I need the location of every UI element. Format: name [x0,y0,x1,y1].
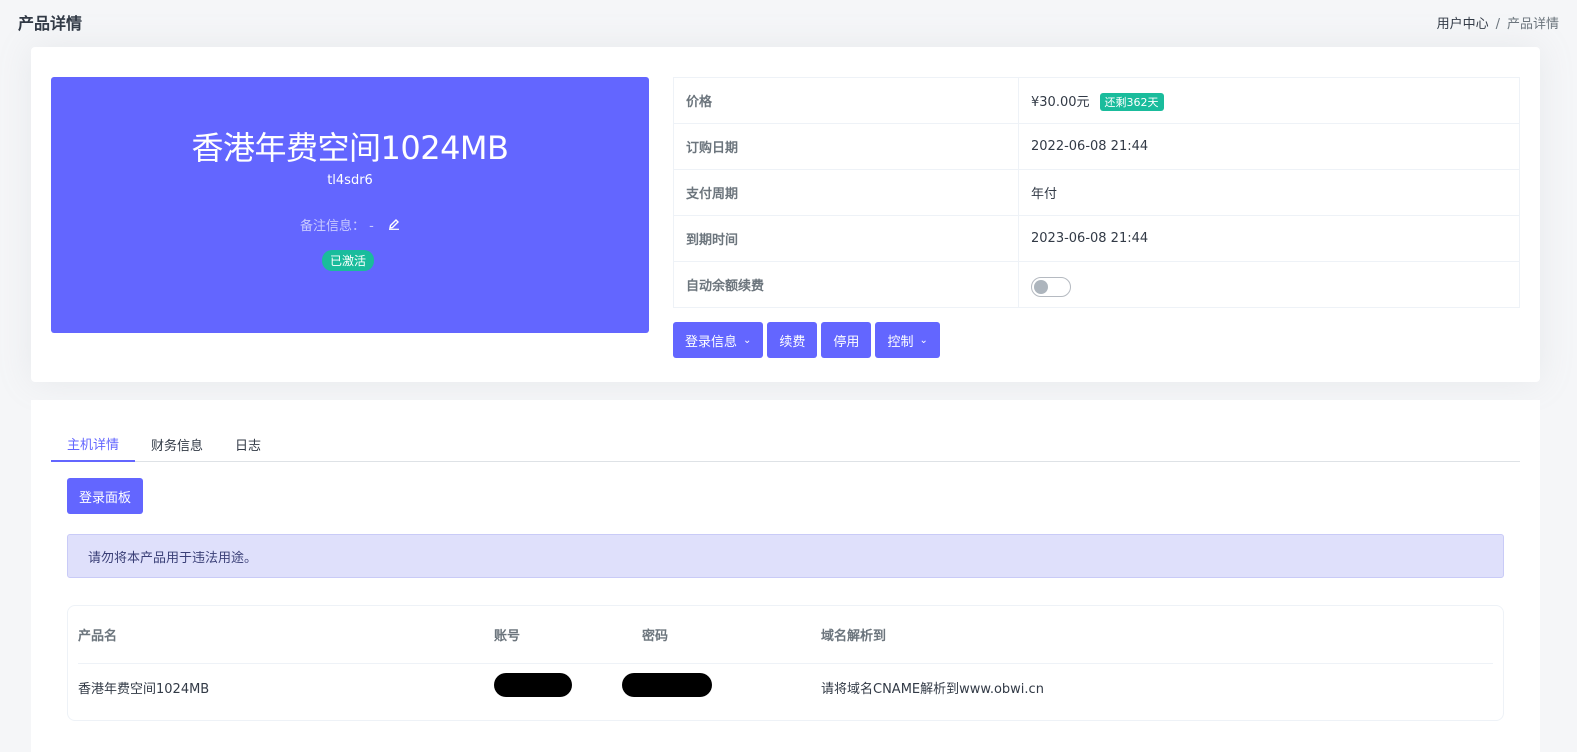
col-product-name: 产品名 [78,606,494,664]
page-title: 产品详情 [18,14,83,33]
billing-cycle-value: 年付 [1018,169,1520,216]
order-date-value: 2022-06-08 21:44 [1018,123,1520,170]
tab-logs[interactable]: 日志 [219,426,277,462]
cell-dns: 请将域名CNAME解析到www.obwi.cn [821,681,1044,697]
breadcrumb-current: 产品详情 [1506,16,1559,32]
col-account: 账号 [494,606,642,664]
chevron-down-icon: ⌄ [919,334,928,346]
table-row: 香港年费空间1024MB 请将域名CNAME解析到www.obwi.cn [78,663,1493,711]
table-row: 自动余额续费 [673,261,1520,308]
edit-icon[interactable] [388,218,400,234]
cell-account [494,663,642,711]
table-header-row: 产品名 账号 密码 域名解析到 [78,606,1493,664]
cell-password [622,663,821,711]
tab-host-details[interactable]: 主机详情 [51,426,136,462]
renew-button[interactable]: 续费 [767,322,818,358]
table-row: 订购日期 2022-06-08 21:44 [673,123,1520,170]
login-info-button[interactable]: 登录信息 ⌄ [673,322,764,358]
note-info: 备注信息： - [51,215,649,234]
redacted-password [622,673,712,698]
product-hero: 香港年费空间1024MB tl4sdr6 备注信息： - 已激活 [51,77,649,333]
toggle-knob [1034,279,1048,294]
product-summary-card: 香港年费空间1024MB tl4sdr6 备注信息： - 已激活 价格 ¥30.… [31,47,1540,382]
login-info-label: 登录信息 [685,334,738,350]
warning-alert: 请勿将本产品用于违法用途。 [67,534,1504,578]
table-row: 支付周期 年付 [673,169,1520,216]
host-table: 产品名 账号 密码 域名解析到 香港年费空间1024MB 请将域名CNAME解析… [78,606,1493,711]
col-password: 密码 [642,606,821,664]
auto-renew-toggle[interactable] [1031,276,1071,297]
action-buttons: 登录信息 ⌄ 续费 停用 控制 ⌄ [673,322,940,358]
login-panel-button[interactable]: 登录面板 [67,478,144,514]
control-button[interactable]: 控制 ⌄ [875,322,940,358]
product-info-table: 价格 ¥30.00元 还剩362天 订购日期 2022-06-08 21:44 支… [673,77,1520,308]
auto-renew-label: 自动余额续费 [673,261,1019,308]
details-card: 主机详情 财务信息 日志 登录面板 请勿将本产品用于违法用途。 产品名 账号 密… [31,400,1540,752]
expire-value: 2023-06-08 21:44 [1018,215,1520,262]
status-badge: 已激活 [322,250,375,271]
breadcrumb-separator: / [1495,16,1500,32]
top-bar: 产品详情 用户中心 / 产品详情 [0,0,1577,44]
remaining-badge: 还剩362天 [1099,92,1164,111]
order-date-label: 订购日期 [673,123,1019,170]
cell-product-name: 香港年费空间1024MB [78,681,210,697]
chevron-down-icon: ⌄ [743,334,752,346]
breadcrumb-user-center[interactable]: 用户中心 [1437,17,1489,32]
col-dns: 域名解析到 [821,606,1493,664]
product-code: tl4sdr6 [327,173,373,188]
note-label: 备注信息： [300,219,366,234]
price-label: 价格 [673,77,1019,124]
auto-renew-cell [1018,261,1520,308]
billing-cycle-label: 支付周期 [673,169,1019,216]
detail-tabs: 主机详情 财务信息 日志 [51,426,1520,462]
host-table-wrapper: 产品名 账号 密码 域名解析到 香港年费空间1024MB 请将域名CNAME解析… [67,605,1504,721]
table-row: 价格 ¥30.00元 还剩362天 [673,77,1520,124]
breadcrumb: 用户中心 / 产品详情 [1437,13,1559,32]
disable-button[interactable]: 停用 [821,322,872,358]
price-value: ¥30.00元 [1031,94,1090,110]
price-cell: ¥30.00元 还剩362天 [1018,77,1520,124]
tab-finance-info[interactable]: 财务信息 [135,426,219,462]
table-row: 到期时间 2023-06-08 21:44 [673,215,1520,262]
note-value: - [369,219,374,234]
expire-label: 到期时间 [673,215,1019,262]
product-name: 香港年费空间1024MB [191,129,509,167]
redacted-account [494,673,572,698]
control-label: 控制 [887,334,914,350]
